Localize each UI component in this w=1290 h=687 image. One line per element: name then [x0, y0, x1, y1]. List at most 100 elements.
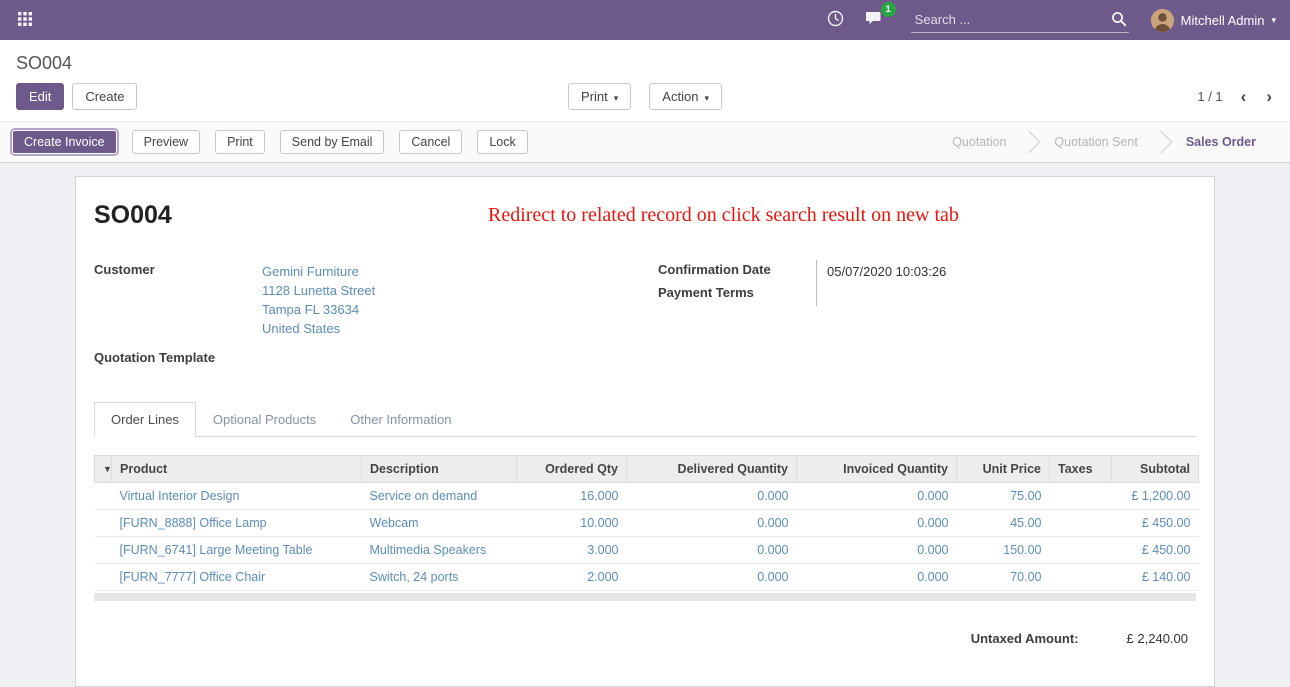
user-avatar	[1151, 9, 1174, 32]
cell-product[interactable]: [FURN_7777] Office Chair	[112, 564, 362, 591]
cell-unit-price[interactable]: 150.00	[957, 537, 1050, 564]
red-annotation-text: Redirect to related record on click sear…	[488, 204, 959, 227]
create-invoice-button[interactable]: Create Invoice	[12, 130, 117, 154]
order-line-row[interactable]: [FURN_6741] Large Meeting Table Multimed…	[95, 537, 1199, 564]
print-menu-button[interactable]: Print ▾	[568, 83, 631, 110]
cell-invoiced-qty[interactable]: 0.000	[797, 537, 957, 564]
print-menu-label: Print	[581, 89, 608, 104]
cell-unit-price[interactable]: 75.00	[957, 483, 1050, 510]
quotation-template-label: Quotation Template	[94, 348, 252, 367]
right-field-group: Confirmation Date 05/07/2020 10:03:26 Pa…	[658, 260, 1196, 367]
user-name: Mitchell Admin	[1181, 13, 1265, 28]
pager-previous-icon[interactable]: ‹	[1239, 87, 1249, 107]
order-totals: Untaxed Amount: £ 2,240.00	[94, 631, 1196, 646]
customer-link[interactable]: Gemini Furniture	[262, 264, 359, 279]
print-button[interactable]: Print	[215, 130, 265, 154]
sales-order-sheet: SO004 Redirect to related record on clic…	[75, 176, 1215, 687]
confirmation-date-value: 05/07/2020 10:03:26	[816, 260, 1196, 283]
cell-ordered-qty[interactable]: 2.000	[517, 564, 627, 591]
order-title: SO004	[94, 201, 172, 230]
tab-order-lines[interactable]: Order Lines	[94, 402, 196, 437]
activities-button[interactable]	[823, 6, 848, 34]
tab-other-information[interactable]: Other Information	[333, 402, 468, 437]
status-step-quotation[interactable]: Quotation	[928, 127, 1030, 157]
clock-icon	[827, 10, 844, 30]
table-header-row: ▼ Product Description Ordered Qty Delive…	[95, 456, 1199, 483]
cell-delivered-qty[interactable]: 0.000	[627, 483, 797, 510]
cell-description[interactable]: Service on demand	[362, 483, 517, 510]
cell-product[interactable]: [FURN_6741] Large Meeting Table	[112, 537, 362, 564]
order-line-row[interactable]: Virtual Interior Design Service on deman…	[95, 483, 1199, 510]
cell-invoiced-qty[interactable]: 0.000	[797, 483, 957, 510]
cell-handle	[95, 537, 112, 564]
lock-button[interactable]: Lock	[477, 130, 527, 154]
cell-subtotal[interactable]: £ 450.00	[1112, 510, 1199, 537]
edit-button[interactable]: Edit	[16, 83, 64, 110]
messages-button[interactable]: 1	[862, 6, 889, 34]
header-product[interactable]: Product	[112, 456, 362, 483]
cell-ordered-qty[interactable]: 3.000	[517, 537, 627, 564]
header-description[interactable]: Description	[362, 456, 517, 483]
status-step-sales-order[interactable]: Sales Order	[1162, 127, 1280, 157]
cell-taxes[interactable]	[1050, 537, 1112, 564]
cell-ordered-qty[interactable]: 10.000	[517, 510, 627, 537]
apps-menu-button[interactable]	[14, 8, 36, 33]
action-menu-button[interactable]: Action▾	[649, 83, 722, 110]
cell-description[interactable]: Multimedia Speakers	[362, 537, 517, 564]
search-icon[interactable]	[1111, 11, 1127, 30]
cell-delivered-qty[interactable]: 0.000	[627, 510, 797, 537]
cell-unit-price[interactable]: 45.00	[957, 510, 1050, 537]
order-line-row[interactable]: [FURN_7777] Office Chair Switch, 24 port…	[95, 564, 1199, 591]
payment-terms-value[interactable]	[816, 283, 1196, 306]
header-taxes[interactable]: Taxes	[1050, 456, 1112, 483]
cell-ordered-qty[interactable]: 16.000	[517, 483, 627, 510]
header-delivered-quantity[interactable]: Delivered Quantity	[627, 456, 797, 483]
customer-address-line: 1128 Lunetta Street	[262, 281, 632, 300]
cell-delivered-qty[interactable]: 0.000	[627, 537, 797, 564]
messages-count-badge: 1	[881, 2, 896, 17]
tab-optional-products[interactable]: Optional Products	[196, 402, 333, 437]
customer-label: Customer	[94, 260, 252, 340]
header-invoiced-quantity[interactable]: Invoiced Quantity	[797, 456, 957, 483]
order-lines-table: ▼ Product Description Ordered Qty Delive…	[94, 455, 1199, 591]
left-field-group: Customer Gemini Furniture 1128 Lunetta S…	[94, 260, 632, 367]
send-by-email-button[interactable]: Send by Email	[280, 130, 385, 154]
cell-invoiced-qty[interactable]: 0.000	[797, 564, 957, 591]
search-input[interactable]	[911, 7, 1129, 33]
cell-subtotal[interactable]: £ 140.00	[1112, 564, 1199, 591]
cell-taxes[interactable]	[1050, 483, 1112, 510]
cancel-button[interactable]: Cancel	[399, 130, 462, 154]
global-search	[911, 7, 1129, 33]
cell-subtotal[interactable]: £ 1,200.00	[1112, 483, 1199, 510]
cell-delivered-qty[interactable]: 0.000	[627, 564, 797, 591]
cell-subtotal[interactable]: £ 450.00	[1112, 537, 1199, 564]
order-line-row[interactable]: [FURN_8888] Office Lamp Webcam 10.000 0.…	[95, 510, 1199, 537]
header-unit-price[interactable]: Unit Price	[957, 456, 1050, 483]
caret-down-icon: ▾	[614, 93, 619, 103]
quotation-template-value[interactable]	[252, 348, 632, 367]
customer-value: Gemini Furniture 1128 Lunetta Street Tam…	[252, 260, 632, 340]
cell-description[interactable]: Webcam	[362, 510, 517, 537]
action-menus: Print ▾ Action▾	[568, 83, 722, 110]
control-panel-buttons: Edit Create Print ▾ Action▾ 1 / 1 ‹ ›	[0, 76, 1290, 121]
status-step-quotation-sent[interactable]: Quotation Sent	[1030, 127, 1161, 157]
customer-address-line: United States	[262, 319, 632, 338]
cell-taxes[interactable]	[1050, 564, 1112, 591]
cell-taxes[interactable]	[1050, 510, 1112, 537]
record-pager: 1 / 1 ‹ ›	[1197, 87, 1274, 107]
header-subtotal[interactable]: Subtotal	[1112, 456, 1199, 483]
cell-unit-price[interactable]: 70.00	[957, 564, 1050, 591]
cell-description[interactable]: Switch, 24 ports	[362, 564, 517, 591]
header-ordered-qty[interactable]: Ordered Qty	[517, 456, 627, 483]
table-scrollbar[interactable]	[94, 593, 1196, 601]
preview-button[interactable]: Preview	[132, 130, 200, 154]
column-toggle-caret-icon[interactable]: ▼	[95, 456, 112, 483]
cell-product[interactable]: [FURN_8888] Office Lamp	[112, 510, 362, 537]
user-menu[interactable]: Mitchell Admin ▾	[1151, 9, 1276, 32]
customer-address-line: Tampa FL 33634	[262, 300, 632, 319]
pager-next-icon[interactable]: ›	[1264, 87, 1274, 107]
cell-product[interactable]: Virtual Interior Design	[112, 483, 362, 510]
create-button[interactable]: Create	[72, 83, 137, 110]
cell-invoiced-qty[interactable]: 0.000	[797, 510, 957, 537]
untaxed-amount-label: Untaxed Amount:	[971, 631, 1079, 646]
